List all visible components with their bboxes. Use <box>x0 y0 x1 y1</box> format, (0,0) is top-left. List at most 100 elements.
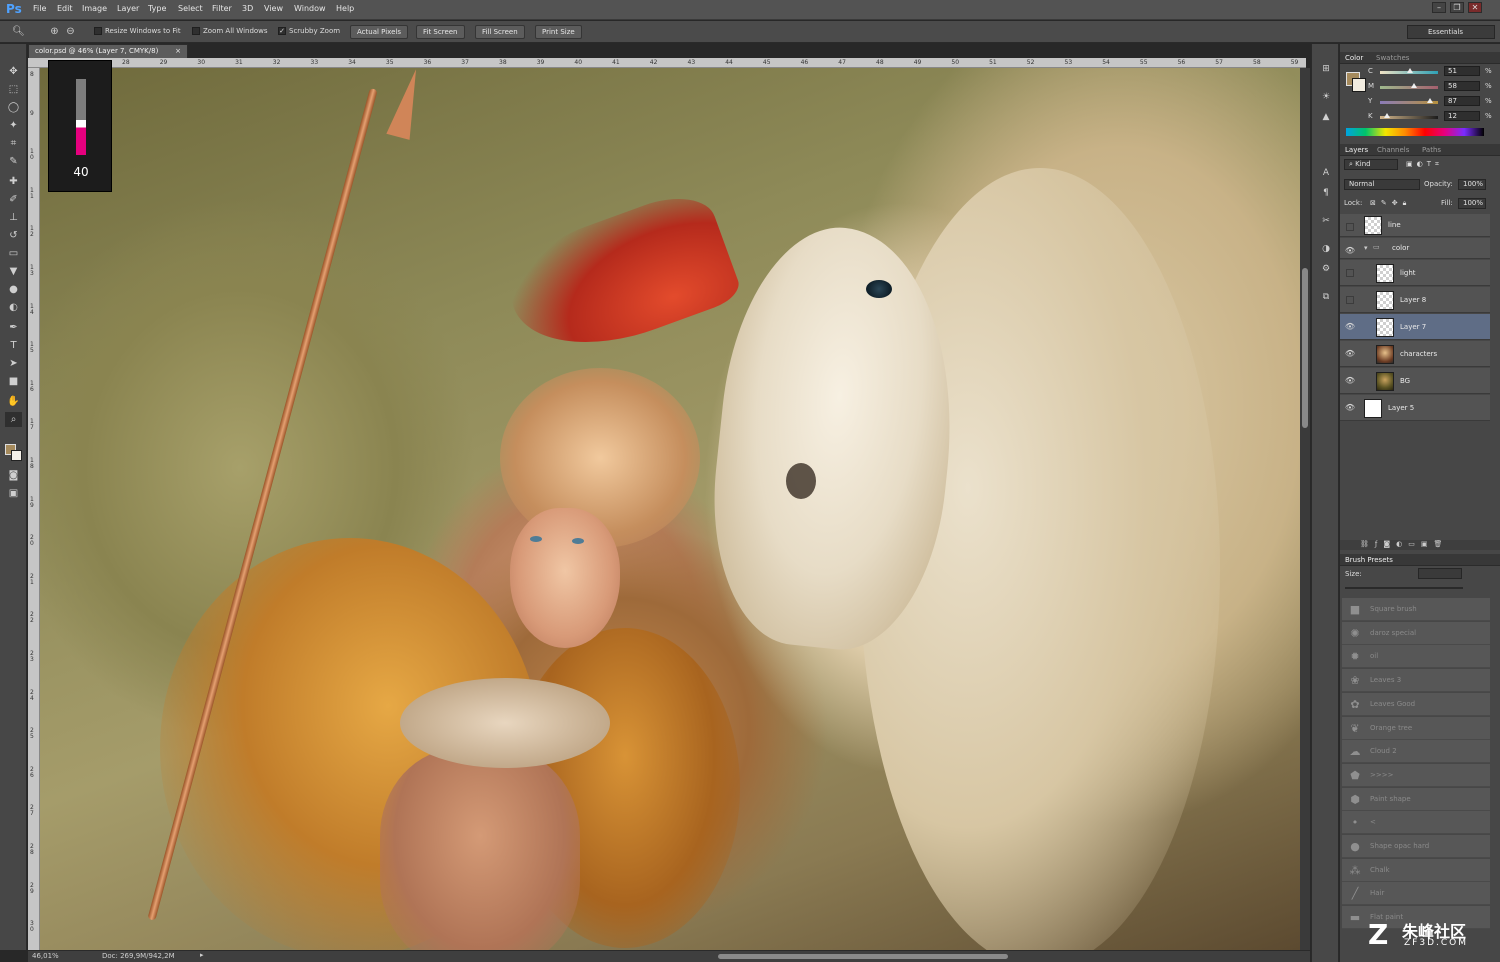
group-expand-icon[interactable]: ▾ <box>1364 244 1368 252</box>
shape-tool-icon[interactable]: ■ <box>5 374 22 389</box>
fill-screen-button[interactable]: Fill Screen <box>475 25 525 39</box>
resize-windows-checkbox[interactable]: Resize Windows to Fit <box>94 27 181 35</box>
menu-3d[interactable]: 3D <box>242 4 253 13</box>
visibility-eye-icon[interactable]: 👁︎ <box>1344 376 1356 386</box>
zoom-in-icon[interactable]: ⊕ <box>46 24 63 39</box>
layer-kind-filter[interactable]: ⌕ Kind <box>1344 159 1398 170</box>
menu-file[interactable]: File <box>33 4 46 13</box>
tab-color[interactable]: Color <box>1345 54 1363 62</box>
path-selection-tool-icon[interactable]: ➤ <box>5 356 22 371</box>
checkbox-box[interactable] <box>192 27 200 35</box>
menu-filter[interactable]: Filter <box>212 4 232 13</box>
pen-tool-icon[interactable]: ✒ <box>5 320 22 335</box>
paint-bucket-tool-icon[interactable]: ▼ <box>5 264 22 279</box>
lasso-tool-icon[interactable]: ◯ <box>5 100 22 115</box>
tab-swatches[interactable]: Swatches <box>1376 54 1409 62</box>
filter-icons[interactable]: ▣◐T⌗ <box>1406 160 1443 169</box>
brush-preset-item[interactable]: ⬢ Paint shape <box>1342 787 1490 811</box>
doc-size[interactable]: Doc: 269,9M/942,2M <box>102 952 175 960</box>
layer-row[interactable]: 👁︎ ▾ ▭ color <box>1340 238 1490 259</box>
slider-track[interactable] <box>1380 86 1438 89</box>
type-tool-icon[interactable]: T <box>5 338 22 353</box>
color-spectrum[interactable] <box>1346 128 1484 136</box>
zoom-tool-preset-icon[interactable]: 🔍︎ <box>10 24 27 39</box>
brush-preset-item[interactable]: ✿ Leaves Good <box>1342 692 1490 716</box>
visibility-off-icon[interactable] <box>1346 223 1354 231</box>
visibility-off-icon[interactable] <box>1346 269 1354 277</box>
visibility-eye-icon[interactable]: 👁︎ <box>1344 322 1356 332</box>
layer-row[interactable]: light <box>1340 260 1490 286</box>
quick-mask-icon[interactable]: ◙ <box>5 468 22 483</box>
layer-row[interactable]: line <box>1340 214 1490 237</box>
brush-preset-item[interactable]: ⬟ >>>> <box>1342 763 1490 787</box>
brush-preset-item[interactable]: ❀ Leaves 3 <box>1342 669 1490 693</box>
screen-mode-icon[interactable]: ▣ <box>5 486 22 501</box>
eraser-tool-icon[interactable]: ▭ <box>5 246 22 261</box>
zoom-level[interactable]: 46,01% <box>32 952 59 960</box>
move-tool-icon[interactable]: ✥ <box>5 64 22 79</box>
slider-value[interactable]: 87 <box>1444 96 1480 106</box>
panel-background-swatch[interactable] <box>1352 78 1366 92</box>
clone-source-icon[interactable]: ⧉ <box>1319 290 1333 304</box>
layer-row[interactable]: Layer 8 <box>1340 287 1490 313</box>
blend-mode-select[interactable]: Normal <box>1344 179 1420 190</box>
brush-size-slider[interactable] <box>1345 587 1463 589</box>
brush-preset-item[interactable]: ⁂ Chalk <box>1342 858 1490 882</box>
status-arrow-icon[interactable]: ▸ <box>200 951 204 959</box>
menu-image[interactable]: Image <box>82 4 107 13</box>
history-brush-tool-icon[interactable]: ↺ <box>5 228 22 243</box>
brush-preset-item[interactable]: ☁ Cloud 2 <box>1342 740 1490 764</box>
scrubby-zoom-checkbox[interactable]: ✓ Scrubby Zoom <box>278 27 340 35</box>
history-panel-icon[interactable]: ⊞ <box>1319 62 1333 76</box>
menu-help[interactable]: Help <box>336 4 354 13</box>
actual-pixels-button[interactable]: Actual Pixels <box>350 25 408 39</box>
paragraph-panel-icon[interactable]: ¶ <box>1319 186 1333 200</box>
visibility-eye-icon[interactable]: 👁︎ <box>1344 349 1356 359</box>
tool-presets-icon[interactable]: ✂ <box>1319 214 1333 228</box>
slider-value[interactable]: 51 <box>1444 66 1480 76</box>
brush-preset-item[interactable]: ╱ Hair <box>1342 882 1490 906</box>
zoom-out-icon[interactable]: ⊖ <box>62 24 79 39</box>
opacity-field[interactable]: 100% <box>1458 179 1486 190</box>
histogram-panel-icon[interactable]: ▲ <box>1319 110 1333 124</box>
slider-knob[interactable] <box>1410 83 1417 88</box>
brush-preset-item[interactable]: ❦ Orange tree <box>1342 716 1490 740</box>
menu-view[interactable]: View <box>264 4 283 13</box>
close-document-icon[interactable]: × <box>175 45 181 57</box>
dodge-tool-icon[interactable]: ◐ <box>5 300 22 315</box>
brush-preset-item[interactable]: • < <box>1342 811 1490 835</box>
document-canvas[interactable] <box>40 68 1300 950</box>
visibility-eye-icon[interactable]: 👁︎ <box>1344 246 1356 256</box>
layer-row[interactable]: 👁︎ Layer 5 <box>1340 395 1490 421</box>
slider-knob[interactable] <box>1383 113 1390 118</box>
marquee-tool-icon[interactable]: ⬚ <box>5 82 22 97</box>
menu-type[interactable]: Type <box>148 4 166 13</box>
menu-select[interactable]: Select <box>178 4 203 13</box>
brush-preset-item[interactable]: ✹ oil <box>1342 645 1490 669</box>
restore-button[interactable]: ❐ <box>1450 2 1464 13</box>
fit-screen-button[interactable]: Fit Screen <box>416 25 465 39</box>
menu-window[interactable]: Window <box>294 4 326 13</box>
checkbox-box[interactable] <box>94 27 102 35</box>
character-panel-icon[interactable]: A <box>1319 166 1333 180</box>
slider-value[interactable]: 12 <box>1444 111 1480 121</box>
print-size-button[interactable]: Print Size <box>535 25 582 39</box>
slider-value[interactable]: 58 <box>1444 81 1480 91</box>
zoom-all-windows-checkbox[interactable]: Zoom All Windows <box>192 27 268 35</box>
eyedropper-tool-icon[interactable]: ✎ <box>5 154 22 169</box>
healing-brush-tool-icon[interactable]: ✚ <box>5 174 22 189</box>
brush-preset-item[interactable]: ● Shape opac hard <box>1342 835 1490 858</box>
vertical-scrollbar[interactable] <box>1300 68 1310 950</box>
actions-panel-icon[interactable]: ⚙ <box>1319 262 1333 276</box>
fill-field[interactable]: 100% <box>1458 198 1486 209</box>
brush-preset-item[interactable]: ■ Square brush <box>1342 598 1490 621</box>
zoom-tool-icon[interactable]: ⌕ <box>5 412 22 427</box>
workspace-select[interactable]: Essentials <box>1407 25 1495 39</box>
slider-knob[interactable] <box>1406 68 1413 73</box>
brush-tool-icon[interactable]: ✐ <box>5 192 22 207</box>
visibility-off-icon[interactable] <box>1346 296 1354 304</box>
layer-row[interactable]: 👁︎ BG <box>1340 368 1490 394</box>
document-tab[interactable]: color.psd @ 46% (Layer 7, CMYK/8) × <box>28 44 188 58</box>
checkbox-box[interactable]: ✓ <box>278 27 286 35</box>
brush-presets-title[interactable]: Brush Presets <box>1345 556 1393 564</box>
